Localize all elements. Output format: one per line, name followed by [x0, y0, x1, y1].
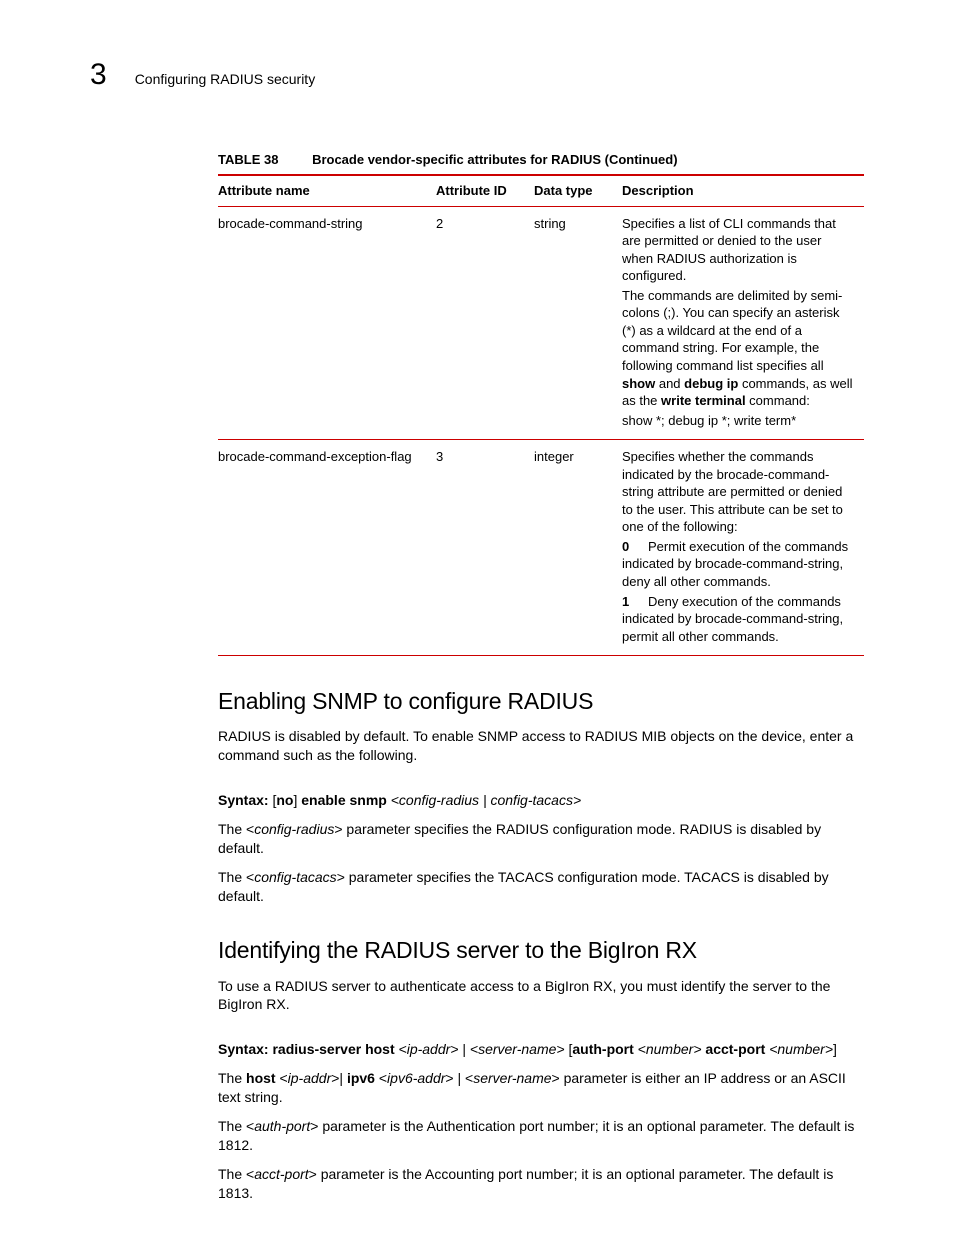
option-number: 1	[622, 593, 634, 611]
table-caption-text: Brocade vendor-specific attributes for R…	[312, 152, 677, 167]
cell-attr-desc: Specifies whether the commands indicated…	[622, 440, 864, 656]
syntax-block: Syntax: radius-server host <ip-addr> | <…	[218, 1040, 864, 1202]
syntax-block: Syntax: [no] enable snmp <config-radius …	[218, 791, 864, 905]
option-number: 0	[622, 538, 634, 556]
body-para: The host <ip-addr>| ipv6 <ipv6-addr> | <…	[218, 1069, 864, 1107]
table-row: brocade-command-exception-flag 3 integer…	[218, 440, 864, 656]
body-para: The <acct-port> parameter is the Account…	[218, 1165, 864, 1203]
desc-para: indicated by brocade-command-string, per…	[622, 610, 856, 645]
desc-para: The commands are delimited by semi-colon…	[622, 287, 856, 410]
desc-option: 0 Permit execution of the commands	[622, 538, 856, 556]
section-heading: Enabling SNMP to configure RADIUS	[218, 686, 864, 717]
chapter-number: 3	[90, 55, 107, 96]
cell-attr-id: 2	[436, 206, 534, 440]
body-para: The <config-radius> parameter specifies …	[218, 820, 864, 858]
content-area: TABLE 38 Brocade vendor-specific attribu…	[218, 151, 864, 1203]
option-text: Permit execution of the commands	[648, 538, 856, 556]
page: 3 Configuring RADIUS security TABLE 38 B…	[0, 0, 954, 1235]
cell-attr-name: brocade-command-string	[218, 206, 436, 440]
section-heading: Identifying the RADIUS server to the Big…	[218, 935, 864, 966]
table-row: brocade-command-string 2 string Specifie…	[218, 206, 864, 440]
col-header-name: Attribute name	[218, 175, 436, 206]
cell-attr-desc: Specifies a list of CLI commands that ar…	[622, 206, 864, 440]
syntax-line: Syntax: [no] enable snmp <config-radius …	[218, 791, 864, 810]
col-header-type: Data type	[534, 175, 622, 206]
desc-para: Specifies a list of CLI commands that ar…	[622, 215, 856, 285]
syntax-line: Syntax: radius-server host <ip-addr> | <…	[218, 1040, 864, 1059]
running-title: Configuring RADIUS security	[135, 70, 316, 89]
running-header: 3 Configuring RADIUS security	[90, 55, 864, 96]
desc-para: Specifies whether the commands indicated…	[622, 448, 856, 536]
table-header-row: Attribute name Attribute ID Data type De…	[218, 175, 864, 206]
body-para: The <config-tacacs> parameter specifies …	[218, 868, 864, 906]
desc-option: 1 Deny execution of the commands	[622, 593, 856, 611]
cell-attr-type: integer	[534, 440, 622, 656]
cell-attr-type: string	[534, 206, 622, 440]
table-caption: TABLE 38 Brocade vendor-specific attribu…	[218, 151, 864, 169]
attributes-table: Attribute name Attribute ID Data type De…	[218, 174, 864, 656]
col-header-desc: Description	[622, 175, 864, 206]
body-para: To use a RADIUS server to authenticate a…	[218, 977, 864, 1015]
option-text: Deny execution of the commands	[648, 593, 856, 611]
cell-attr-id: 3	[436, 440, 534, 656]
desc-para: show *; debug ip *; write term*	[622, 412, 856, 430]
body-para: RADIUS is disabled by default. To enable…	[218, 727, 864, 765]
desc-para: indicated by brocade-command-string, den…	[622, 555, 856, 590]
body-para: The <auth-port> parameter is the Authent…	[218, 1117, 864, 1155]
table-label: TABLE 38	[218, 152, 278, 167]
cell-attr-name: brocade-command-exception-flag	[218, 440, 436, 656]
col-header-id: Attribute ID	[436, 175, 534, 206]
